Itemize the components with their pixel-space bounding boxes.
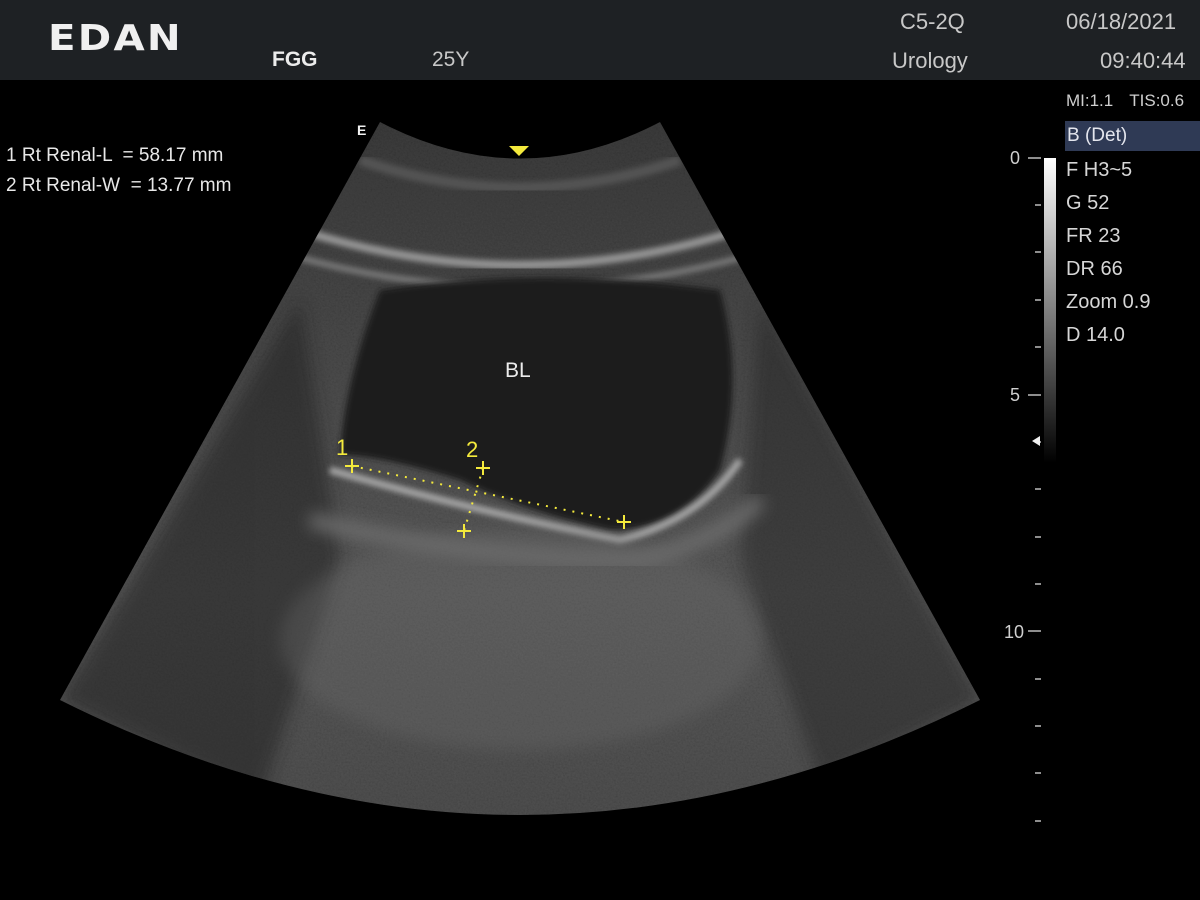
- measurement-results: 1 Rt Renal-L = 58.17 mm 2 Rt Renal-W = 13…: [6, 141, 231, 201]
- depth-scale: [1028, 157, 1041, 822]
- caliper-label-1: 1: [336, 435, 349, 460]
- param-depth[interactable]: D 14.0: [1066, 321, 1150, 354]
- param-dynamic-range[interactable]: DR 66: [1066, 255, 1150, 288]
- focus-marker-icon: [509, 146, 529, 156]
- depth-label-0: 0: [1010, 148, 1021, 168]
- ultrasound-image: [60, 122, 1056, 822]
- gray-scale-bar: [1044, 158, 1056, 463]
- measurement-length: 1 Rt Renal-L = 58.17 mm: [6, 145, 224, 166]
- depth-label-5: 5: [1010, 385, 1021, 405]
- organ-label: BL: [505, 359, 531, 382]
- measurement-width: 2 Rt Renal-W = 13.77 mm: [6, 175, 232, 196]
- focus-depth-icon[interactable]: [1032, 436, 1040, 446]
- imaging-params: F H3~5 G 52 FR 23 DR 66 Zoom 0.9 D 14.0: [1066, 156, 1150, 354]
- imaging-mode-badge[interactable]: B (Det): [1065, 121, 1200, 151]
- depth-label-10: 10: [1004, 622, 1025, 642]
- orientation-marker: E: [357, 122, 367, 138]
- param-gain[interactable]: G 52: [1066, 189, 1150, 222]
- param-frequency[interactable]: F H3~5: [1066, 156, 1150, 189]
- scan-sector: [60, 122, 980, 815]
- param-zoom[interactable]: Zoom 0.9: [1066, 288, 1150, 321]
- param-frame-rate[interactable]: FR 23: [1066, 222, 1150, 255]
- caliper-label-2: 2: [466, 437, 479, 462]
